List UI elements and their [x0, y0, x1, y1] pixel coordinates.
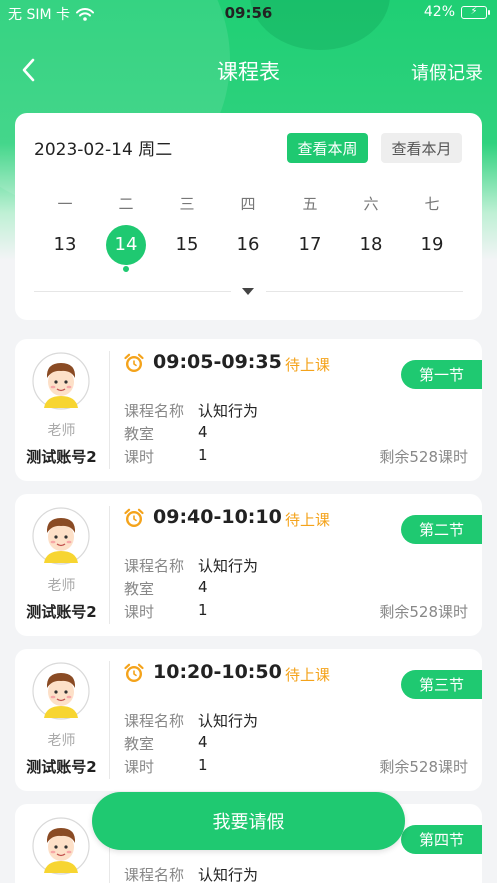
date-cell[interactable]: 18	[351, 225, 391, 265]
role-label: 老师	[47, 733, 76, 749]
weekday-label: 四	[240, 195, 256, 213]
alarm-clock-icon	[124, 353, 144, 372]
divider	[34, 291, 231, 292]
weekday-label: 五	[302, 195, 318, 213]
teacher-name: 测试账号2	[26, 758, 97, 776]
course-name-value: 认知行为	[198, 712, 259, 730]
period-badge: 第三节	[401, 670, 482, 699]
divider	[109, 661, 110, 779]
date-cell[interactable]: 19	[412, 225, 452, 265]
lesson-status: 待上课	[285, 666, 331, 684]
current-date: 2023-02-14 周二	[34, 140, 173, 160]
lesson-time: 10:20-10:50	[153, 661, 282, 683]
request-leave-button[interactable]: 我要请假	[92, 792, 405, 850]
classroom-value: 4	[198, 423, 208, 441]
remaining-hours: 剩余528课时	[379, 603, 468, 621]
weekday-row: 一 二 三 四 五 六 七	[15, 193, 482, 217]
role-label: 老师	[47, 578, 76, 594]
course-name-value: 认知行为	[198, 866, 259, 883]
course-name-value: 认知行为	[198, 557, 259, 575]
view-week-button[interactable]: 查看本周	[287, 133, 368, 163]
classroom-label: 教室	[124, 735, 155, 753]
date-cell[interactable]: 17	[290, 225, 330, 265]
period-badge: 第一节	[401, 360, 482, 389]
weekday-label: 三	[179, 195, 195, 213]
remaining-hours: 剩余528课时	[379, 448, 468, 466]
teacher-avatar	[32, 662, 90, 720]
divider	[266, 291, 463, 292]
lesson-time: 09:05-09:35	[153, 351, 282, 373]
classroom-value: 4	[198, 578, 208, 596]
classroom-label: 教室	[124, 580, 155, 598]
calendar-card: 2023-02-14 周二 查看本周 查看本月 一 二 三 四 五 六 七 13…	[15, 113, 482, 320]
course-name-value: 认知行为	[198, 402, 259, 420]
divider	[109, 351, 110, 469]
lesson-status: 待上课	[285, 511, 331, 529]
weekday-label: 六	[363, 195, 379, 213]
hours-label: 课时	[124, 603, 155, 621]
view-month-button[interactable]: 查看本月	[381, 133, 462, 163]
status-bar: 无 SIM 卡 09:56 42% ⚡	[0, 0, 497, 26]
course-name-label: 课程名称	[124, 402, 185, 420]
role-label: 老师	[47, 423, 76, 439]
lesson-status: 待上课	[285, 356, 331, 374]
alarm-clock-icon	[124, 663, 144, 682]
date-row: 13 14 15 16 17 18 19	[15, 225, 482, 272]
status-time: 09:56	[224, 4, 273, 22]
course-name-label: 课程名称	[124, 557, 185, 575]
classroom-value: 4	[198, 733, 208, 751]
hours-label: 课时	[124, 448, 155, 466]
period-badge: 第二节	[401, 515, 482, 544]
date-cell[interactable]: 15	[167, 225, 207, 265]
teacher-avatar	[32, 352, 90, 410]
weekday-label: 二	[118, 195, 134, 213]
date-cell[interactable]: 13	[45, 225, 85, 265]
alarm-clock-icon	[124, 508, 144, 527]
nav-bar: 课程表 请假记录	[0, 44, 497, 98]
lesson-card[interactable]: 老师 测试账号2 09:40-10:10 待上课 第二节 课程名称 认知行为 教…	[15, 494, 482, 636]
lesson-card[interactable]: 老师 测试账号2 10:20-10:50 待上课 第三节 课程名称 认知行为 教…	[15, 649, 482, 791]
classroom-label: 教室	[124, 425, 155, 443]
weekday-label: 一	[57, 195, 73, 213]
expand-triangle-icon[interactable]	[240, 286, 256, 298]
course-name-label: 课程名称	[124, 866, 185, 883]
divider	[109, 506, 110, 624]
battery-percent: 42%	[423, 4, 455, 20]
hours-value: 1	[198, 601, 208, 619]
hours-value: 1	[198, 756, 208, 774]
weekday-label: 七	[424, 195, 440, 213]
battery-icon: ⚡	[461, 5, 490, 19]
period-badge: 第四节	[401, 825, 482, 854]
date-cell-selected[interactable]: 14	[106, 225, 146, 272]
teacher-avatar	[32, 507, 90, 565]
hours-label: 课时	[124, 758, 155, 776]
date-cell[interactable]: 16	[228, 225, 268, 265]
hours-value: 1	[198, 446, 208, 464]
leave-records-link[interactable]: 请假记录	[411, 59, 483, 85]
teacher-name: 测试账号2	[26, 448, 97, 466]
course-name-label: 课程名称	[124, 712, 185, 730]
lesson-time: 09:40-10:10	[153, 506, 282, 528]
teacher-name: 测试账号2	[26, 603, 97, 621]
teacher-avatar	[32, 817, 90, 875]
remaining-hours: 剩余528课时	[379, 758, 468, 776]
lesson-card[interactable]: 老师 测试账号2 09:05-09:35 待上课 第一节 课程名称 认知行为 教…	[15, 339, 482, 481]
